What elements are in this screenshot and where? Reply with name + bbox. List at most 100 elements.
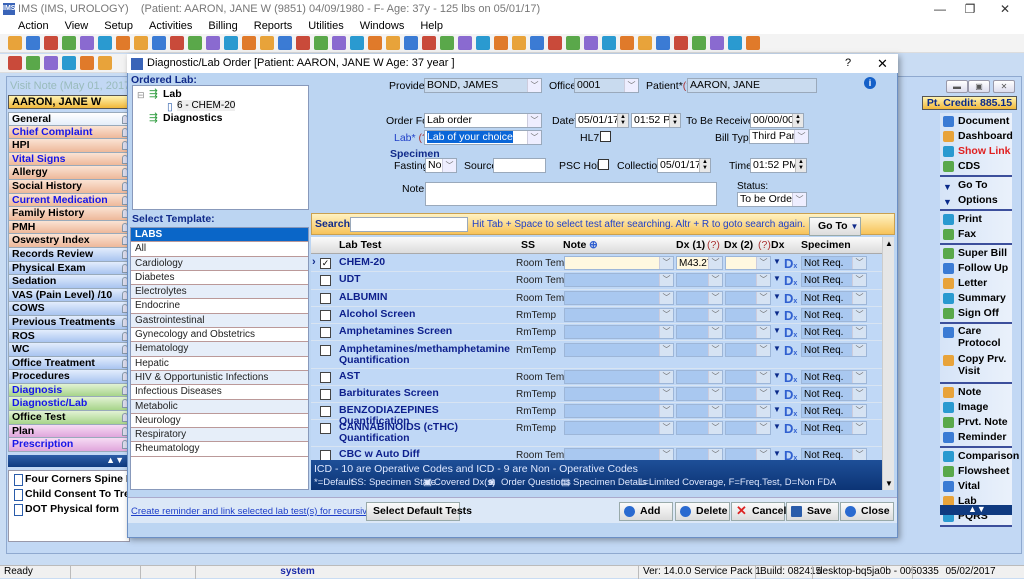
col-dx[interactable]: Dx	[771, 239, 784, 251]
menu-view[interactable]: View	[57, 18, 97, 34]
right-item-note[interactable]: Note	[940, 385, 1012, 400]
tree-lab-item[interactable]: 6 - CHEM-20	[177, 100, 236, 111]
dx1-select[interactable]: ﹀	[676, 290, 723, 305]
toolbar-tool-icon[interactable]	[404, 36, 418, 50]
col-dx1[interactable]: Dx (1)	[676, 239, 705, 251]
specimen-select[interactable]: Not Req. ﹀	[801, 325, 867, 340]
toolbar-tool-icon[interactable]	[224, 36, 238, 50]
table-row[interactable]: CBC w Auto Diff Room Temp. ﹀ ﹀ ﹀ Not Req. ﹀ ▼ Dx	[311, 447, 882, 460]
right-item-copy-prv-visit[interactable]: Copy Prv. Visit	[940, 353, 1012, 381]
right-item-image[interactable]: Image	[940, 400, 1012, 415]
col-ss[interactable]: SS	[521, 239, 535, 251]
right-item-follow-up[interactable]: Follow Up	[940, 261, 1012, 276]
toolbar-tool-icon[interactable]	[116, 36, 130, 50]
close-button[interactable]: Close	[840, 502, 894, 521]
dx-dropdown-icon[interactable]: ▼	[773, 326, 781, 335]
template-item[interactable]: Gastrointestinal	[131, 313, 308, 329]
nav-item-oswestry-index[interactable]: Oswestry Index	[8, 234, 130, 248]
dx-lookup-icon[interactable]: Dx	[784, 370, 797, 385]
table-row[interactable]: BENZODIAZEPINES Quantification RmTemp ﹀ ﹀ ﹀ N…	[311, 403, 882, 427]
dx1-select[interactable]: ﹀	[676, 421, 723, 436]
specimen-select[interactable]: Not Req. ﹀	[801, 448, 867, 460]
menu-activities[interactable]: Activities	[141, 18, 200, 34]
toolbar-tool-icon[interactable]	[746, 36, 760, 50]
note-select[interactable]: ﹀	[564, 290, 674, 305]
dx1-select[interactable]: ﹀	[676, 325, 723, 340]
dialog-close-button[interactable]: ✕	[877, 54, 888, 73]
nav-item-sedation[interactable]: Sedation	[8, 275, 130, 289]
specimen-select[interactable]: Not Req. ﹀	[801, 404, 867, 419]
nav-item-vas-pain-level-10[interactable]: VAS (Pain Level) /10	[8, 288, 130, 303]
right-item-reminder[interactable]: Reminder	[940, 430, 1012, 445]
row-checkbox[interactable]	[320, 423, 331, 435]
toolbar-tool-icon[interactable]	[314, 36, 328, 50]
right-item-prvt-note[interactable]: Prvt. Note	[940, 415, 1012, 430]
lab-test-name[interactable]: CBC w Auto Diff	[339, 449, 509, 460]
toolbar-tool-icon[interactable]	[548, 36, 562, 50]
template-item[interactable]: HIV & Opportunistic Infections	[131, 370, 308, 386]
note-select[interactable]: ﹀	[564, 404, 674, 419]
add-note-icon[interactable]: ⊕	[589, 239, 598, 251]
toolbar-tool-icon[interactable]	[278, 36, 292, 50]
toolbar-tool-icon[interactable]	[584, 36, 598, 50]
right-item-document[interactable]: Document	[940, 114, 1012, 129]
row-checkbox[interactable]	[320, 292, 331, 304]
collapse-icon[interactable]: ⊟	[137, 90, 145, 101]
nav-item-pmh[interactable]: PMH	[8, 220, 130, 235]
note-select[interactable]: ﹀	[564, 386, 674, 401]
template-item[interactable]: Endocrine	[131, 299, 308, 314]
dx-lookup-icon[interactable]: Dx	[784, 421, 797, 436]
specimen-select[interactable]: Not Req. ﹀	[801, 307, 867, 322]
lab-test-name[interactable]: UDT	[339, 274, 509, 285]
nav-item-prescription[interactable]: Prescription	[8, 438, 130, 452]
dx-dropdown-icon[interactable]: ▼	[773, 292, 781, 301]
lab-test-name[interactable]: Amphetamines/methamphetamine Quantificat…	[339, 343, 510, 366]
visit-tool-icon[interactable]	[80, 56, 94, 70]
toolbar-tool-icon[interactable]	[494, 36, 508, 50]
template-item[interactable]: Neurology	[131, 414, 308, 429]
toolbar-tool-icon[interactable]	[26, 36, 40, 50]
right-item-options[interactable]: ▼ Options	[940, 193, 1012, 208]
nav-item-family-history[interactable]: Family History	[8, 207, 130, 221]
dx2-select[interactable]: ﹀	[725, 448, 771, 460]
specimen-select[interactable]: Not Req. ﹀	[801, 273, 867, 288]
dx2-select[interactable]: ﹀	[725, 325, 771, 340]
time-field[interactable]: 01:52 PM ▲ ▼	[631, 113, 681, 128]
table-row[interactable]: Barbiturates Screen RmTemp ﹀ ﹀ ﹀ Not Req. ﹀ ▼ Dx	[311, 386, 882, 404]
dx1-select[interactable]: ﹀	[676, 342, 723, 357]
collection-time-field[interactable]: 01:52 PM ▲ ▼	[750, 158, 807, 173]
toolbar-tool-icon[interactable]	[206, 36, 220, 50]
dx-lookup-icon[interactable]: Dx	[784, 256, 797, 271]
right-item-super-bill[interactable]: Super Bill	[940, 246, 1012, 261]
nav-scroll-arrows[interactable]: ▲▼	[8, 455, 130, 467]
toolbar-tool-icon[interactable]	[530, 36, 544, 50]
template-item[interactable]: Diabetes	[131, 271, 308, 286]
toolbar-tool-icon[interactable]	[80, 36, 94, 50]
hl7-checkbox[interactable]	[600, 131, 611, 142]
toolbar-tool-icon[interactable]	[134, 36, 148, 50]
note-select[interactable]: ﹀	[564, 448, 674, 460]
col-dx2[interactable]: Dx (2)	[724, 239, 753, 251]
nav-item-diagnosis[interactable]: Diagnosis	[8, 383, 130, 398]
dx1-help-link[interactable]: (?)	[707, 239, 720, 251]
dx-lookup-icon[interactable]: Dx	[784, 343, 797, 358]
dx1-select[interactable]: ﹀	[676, 386, 723, 401]
toolbar-tool-icon[interactable]	[674, 36, 688, 50]
dx2-select[interactable]: ﹀	[725, 256, 771, 270]
toolbar-tool-icon[interactable]	[638, 36, 652, 50]
nav-item-office-treatment[interactable]: Office Treatment	[8, 356, 130, 371]
dx2-help-link[interactable]: (?)	[758, 239, 771, 251]
menu-billing[interactable]: Billing	[200, 18, 245, 34]
visit-tool-icon[interactable]	[98, 56, 112, 70]
mdi-restore-button[interactable]: ▣	[968, 80, 990, 93]
specimen-select[interactable]: Not Req. ﹀	[801, 369, 867, 384]
toolbar-tool-icon[interactable]	[566, 36, 580, 50]
template-item[interactable]: Electrolytes	[131, 285, 308, 300]
document-item[interactable]: Child Consent To Treat	[9, 488, 129, 501]
source-input[interactable]	[493, 158, 546, 173]
nav-item-physical-exam[interactable]: Physical Exam	[8, 261, 130, 276]
toolbar-tool-icon[interactable]	[692, 36, 706, 50]
fasting-select[interactable]: No ﹀	[425, 158, 457, 173]
table-row[interactable]: AST Room Temp. ﹀ ﹀ ﹀ Not Req. ﹀ ▼ Dx	[311, 369, 882, 386]
toolbar-tool-icon[interactable]	[242, 36, 256, 50]
